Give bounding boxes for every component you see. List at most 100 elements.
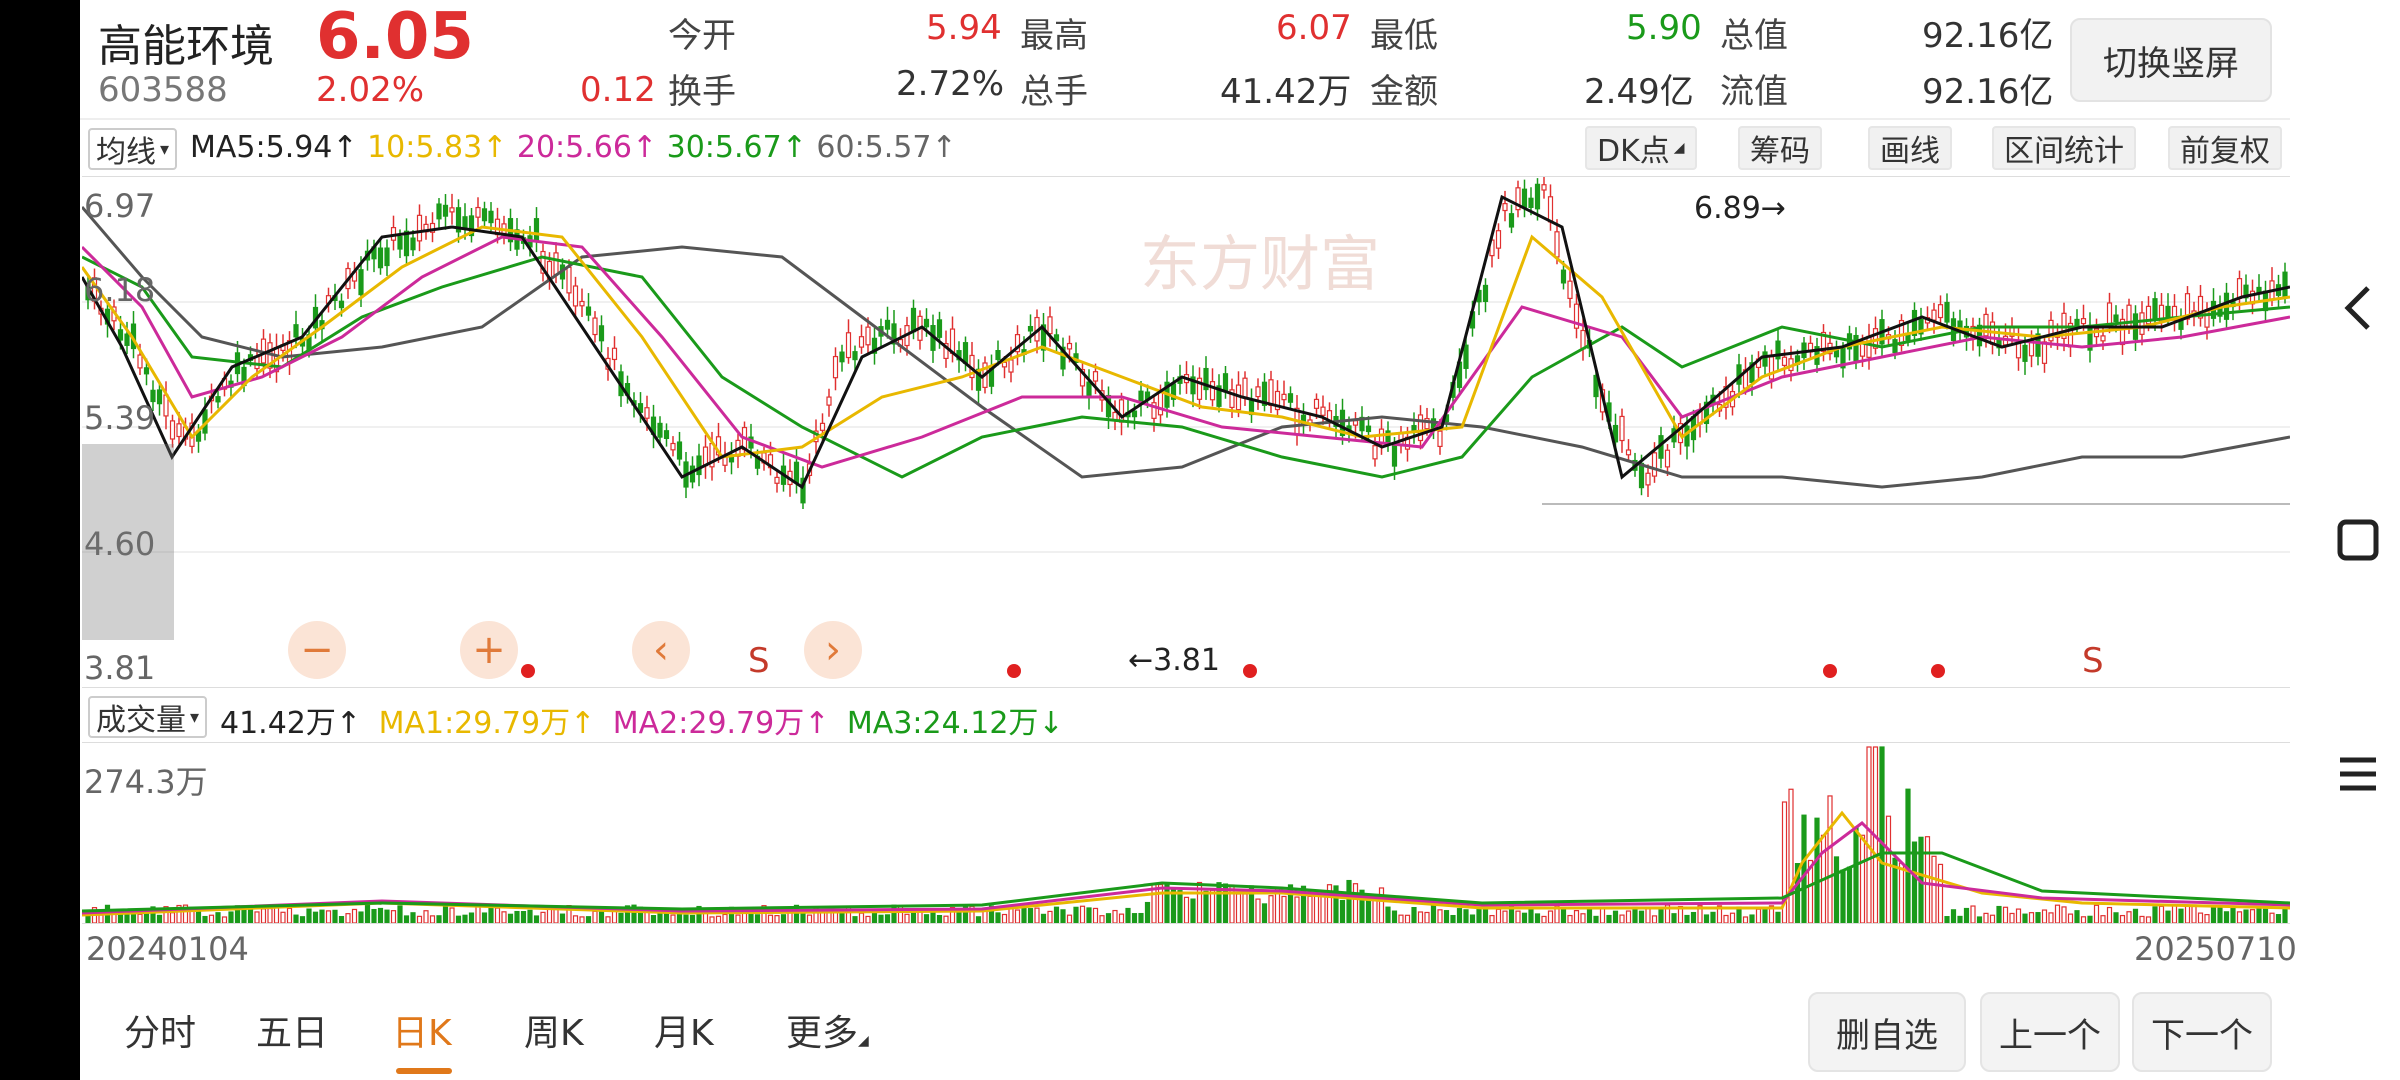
volume-bar — [709, 916, 715, 923]
volume-bar — [904, 913, 910, 923]
volume-bar — [2061, 906, 2067, 923]
volume-bar — [169, 912, 176, 923]
watermark: 东方财富 — [1140, 230, 1380, 300]
candle-body — [143, 367, 150, 375]
tab-weekly-k[interactable]: 周K — [524, 1004, 584, 1056]
volume-bar — [2113, 912, 2119, 923]
volume-bar — [345, 913, 351, 923]
arrow-up-icon: ↑ — [482, 130, 508, 165]
menu-icon[interactable] — [2330, 746, 2386, 802]
candle-body — [1092, 371, 1099, 382]
volume-bar — [137, 913, 143, 923]
candle-body — [1625, 449, 1632, 456]
tab-daily-k[interactable]: 日K — [392, 1004, 452, 1056]
volume-bar — [2009, 912, 2015, 923]
volume-bar — [2269, 912, 2275, 923]
volume-bar — [514, 910, 520, 923]
tool-draw[interactable]: 画线 — [1868, 126, 1952, 170]
vol-ma1: MA1:29.79万 — [378, 706, 571, 741]
volume-bar — [507, 913, 514, 923]
volume-bar — [1385, 906, 1391, 923]
remove-watchlist-button[interactable]: 删自选 — [1808, 992, 1966, 1072]
price-tick: 5.39 — [84, 399, 156, 437]
ma5-value: MA5:5.94 — [190, 130, 333, 165]
volume-bar — [1066, 914, 1073, 923]
tab-monthly-k[interactable]: 月K — [654, 1004, 714, 1056]
zoom-in-button[interactable]: + — [460, 621, 518, 679]
switch-orientation-button[interactable]: 切换竖屏 — [2070, 18, 2272, 102]
kline-chart[interactable]: 东方财富 6.97 6.18 5.39 4.60 3.81 6.89→ ←3.8… — [82, 176, 2290, 688]
pan-right-button[interactable]: › — [804, 621, 862, 679]
volume-bar — [1255, 898, 1261, 923]
volume-bar — [1853, 826, 1859, 923]
volume-bar — [2249, 909, 2256, 923]
tab-five-day[interactable]: 五日 — [256, 1004, 328, 1056]
home-icon[interactable] — [2330, 512, 2386, 568]
volume-bar — [2191, 904, 2197, 923]
candle-body — [2074, 318, 2080, 328]
tool-range-stats[interactable]: 区间统计 — [1992, 126, 2136, 170]
zoom-out-button[interactable]: − — [288, 621, 346, 679]
volume-bar — [1092, 907, 1099, 923]
volume-bar — [280, 911, 286, 923]
volume-bar — [1638, 910, 1645, 923]
volume-bar — [1547, 910, 1554, 923]
volume-bar — [1086, 907, 1092, 923]
tool-dk-point[interactable]: DK点 ◢ — [1585, 126, 1697, 170]
previous-button[interactable]: 上一个 — [1980, 992, 2120, 1072]
volume-bar — [2080, 916, 2087, 923]
volume-bar — [1125, 907, 1131, 923]
back-icon[interactable] — [2330, 280, 2386, 336]
volume-bar — [1027, 908, 1034, 923]
volume-chart[interactable]: 274.3万 — [82, 742, 2290, 924]
ma-selector-dropdown[interactable]: 均线 ▾ — [88, 128, 178, 170]
volume-bar — [1963, 907, 1970, 923]
volume-bar — [455, 915, 462, 923]
volume-bar — [390, 910, 397, 923]
volume-bar — [2119, 914, 2126, 923]
volume-bar — [306, 908, 312, 923]
candle-body — [592, 317, 598, 336]
signal-s-mark: S — [748, 641, 770, 681]
volume-bar — [579, 916, 585, 923]
volume-bar — [2035, 912, 2041, 923]
volume-bar — [2158, 905, 2165, 923]
candle-body — [1463, 344, 1469, 369]
volume-bar — [923, 914, 930, 923]
arrow-up-icon: ↑ — [781, 130, 807, 165]
next-button[interactable]: 下一个 — [2132, 992, 2272, 1072]
candle-body — [865, 326, 871, 346]
volume-bar — [2041, 909, 2048, 923]
volume-bar — [774, 915, 780, 923]
volume-bar — [1580, 913, 1586, 923]
volume-bar — [1456, 908, 1463, 923]
volume-bar — [852, 916, 858, 923]
candle-body — [1391, 443, 1398, 467]
candle-body — [774, 476, 780, 484]
candle-body — [1638, 462, 1645, 489]
tab-more[interactable]: 更多◢ — [786, 1004, 869, 1056]
candle-body — [995, 350, 1001, 361]
candle-body — [793, 461, 800, 484]
volume-selector-dropdown[interactable]: 成交量 ▾ — [88, 696, 208, 738]
candle-body — [663, 430, 670, 440]
volume-bar — [2145, 916, 2152, 923]
candle-body — [644, 407, 650, 419]
candle-body — [358, 269, 364, 296]
volume-bar — [1840, 869, 1846, 923]
volume-bar — [1437, 909, 1443, 923]
candle-body — [1268, 379, 1274, 406]
volume-bar — [689, 914, 696, 923]
volume-bar — [1372, 898, 1378, 923]
candle-body — [2236, 278, 2243, 299]
candle-body — [475, 206, 481, 218]
tool-forward-adjust[interactable]: 前复权 — [2168, 126, 2282, 170]
volume-bar — [1606, 914, 1612, 923]
volume-bar — [293, 914, 299, 923]
tool-label: DK点 — [1597, 134, 1670, 169]
stat-total-cap-value: 92.16亿 — [1922, 16, 2054, 56]
tab-intraday[interactable]: 分时 — [124, 1004, 196, 1056]
pan-left-button[interactable]: ‹ — [632, 621, 690, 679]
tool-chips[interactable]: 筹码 — [1738, 126, 1822, 170]
volume-bar — [358, 911, 364, 923]
